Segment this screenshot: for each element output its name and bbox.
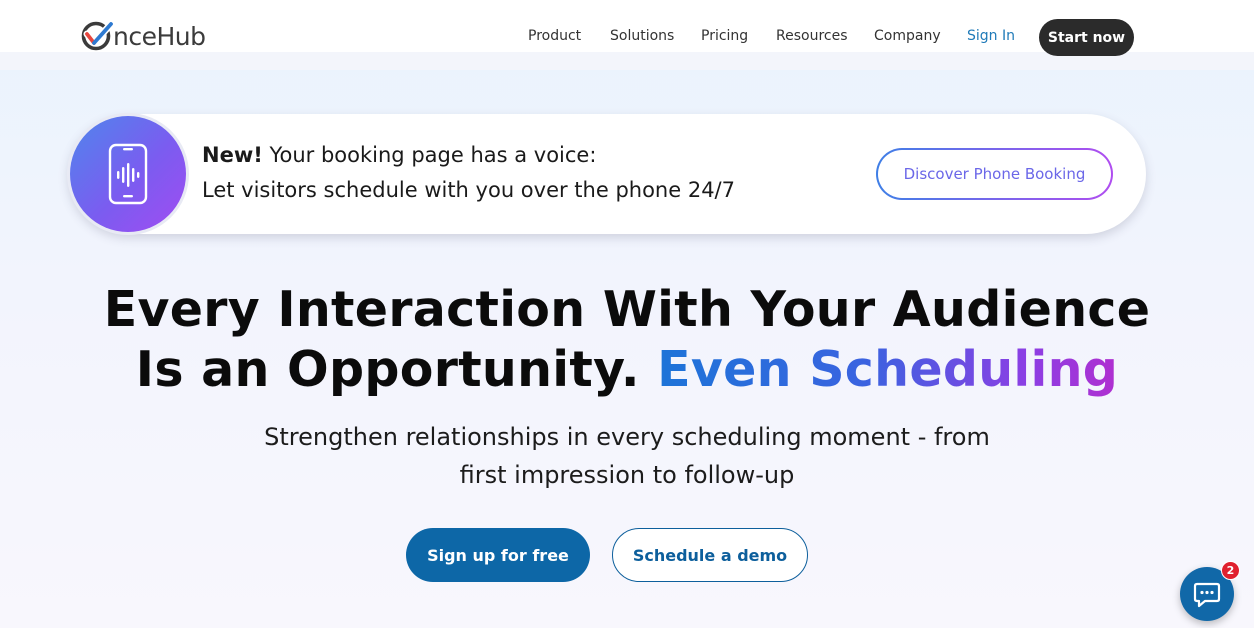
hero-heading-line-2: Is an Opportunity. Even Scheduling bbox=[0, 340, 1254, 400]
schedule-demo-button[interactable]: Schedule a demo bbox=[612, 528, 808, 582]
hero-heading-line-1: Every Interaction With Your Audience bbox=[103, 281, 1151, 338]
nav-solutions[interactable]: Solutions bbox=[610, 28, 674, 44]
phone-voice-icon bbox=[108, 143, 148, 205]
nav-company[interactable]: Company bbox=[874, 28, 941, 44]
banner-new-label: New! bbox=[202, 143, 263, 167]
hero-heading-highlight: Even Scheduling bbox=[657, 341, 1119, 398]
hero-heading-plain: Is an Opportunity. bbox=[135, 341, 640, 398]
nav-resources[interactable]: Resources bbox=[776, 28, 848, 44]
chat-bubble-icon bbox=[1193, 582, 1221, 608]
hero-heading: Every Interaction With Your Audience Is … bbox=[0, 280, 1254, 400]
sign-up-free-button[interactable]: Sign up for free bbox=[406, 528, 590, 582]
phone-booking-announcement-banner: New! Your booking page has a voice: Let … bbox=[68, 114, 1146, 234]
chat-unread-badge: 2 bbox=[1221, 561, 1240, 580]
nav-sign-in-link[interactable]: Sign In bbox=[967, 28, 1015, 44]
nav-product[interactable]: Product bbox=[528, 28, 581, 44]
phone-voice-icon-badge bbox=[70, 116, 186, 232]
start-now-button[interactable]: Start now bbox=[1039, 19, 1134, 56]
hero-subtitle: Strengthen relationships in every schedu… bbox=[0, 418, 1254, 494]
nav-pricing[interactable]: Pricing bbox=[701, 28, 748, 44]
hero-subtitle-line-1: Strengthen relationships in every schedu… bbox=[264, 423, 990, 451]
hero-subtitle-line-2: first impression to follow-up bbox=[459, 461, 795, 489]
banner-headline: New! Your booking page has a voice: bbox=[202, 143, 596, 167]
discover-phone-booking-button[interactable]: Discover Phone Booking bbox=[876, 148, 1113, 200]
banner-headline-text: Your booking page has a voice: bbox=[262, 143, 597, 167]
banner-description: Let visitors schedule with you over the … bbox=[202, 178, 735, 202]
